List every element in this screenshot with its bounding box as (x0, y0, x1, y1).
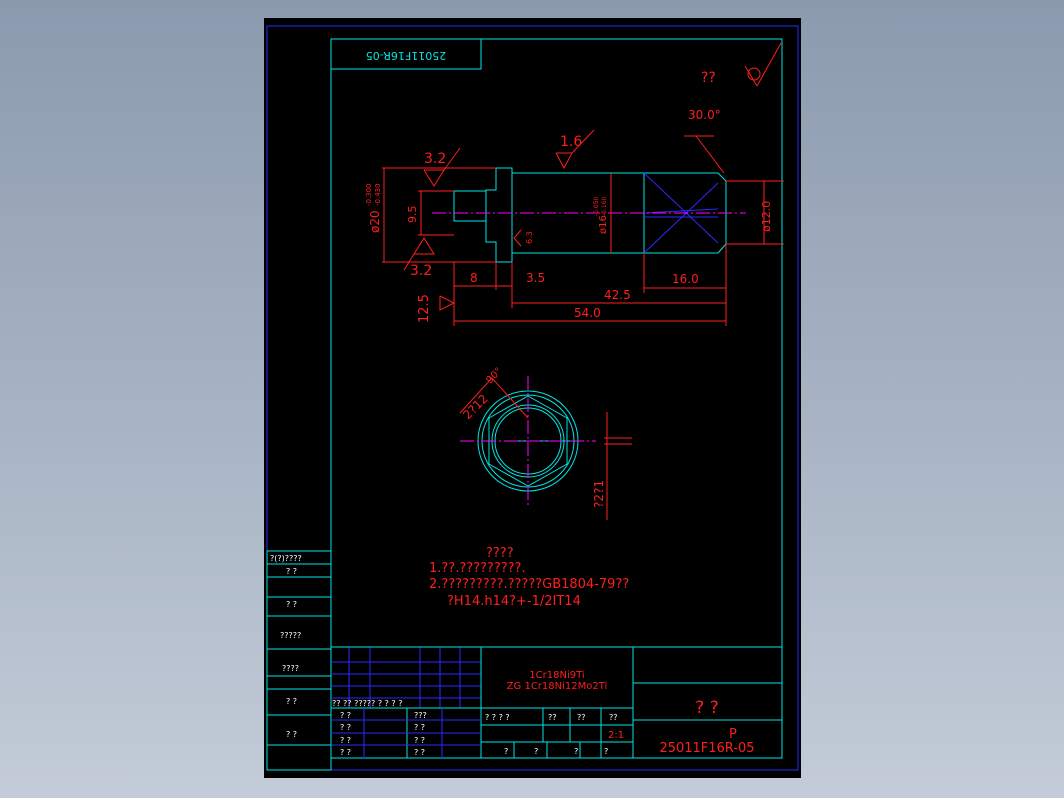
cad-drawing: 25011F16R-05 ?? 3.2 3.2 1.6 12.5 6.3 30.… (266, 25, 799, 771)
scale-value: 2:1 (608, 730, 624, 741)
dim-inner-height: 9.5 (406, 206, 419, 224)
notes-heading: ???? (486, 546, 514, 561)
dim-end-hex: 2?12 (460, 392, 491, 423)
bottom-cell-2: ? (534, 747, 538, 756)
dim-outer-dia: ø20 (368, 210, 382, 233)
left-strip-header: ?(?)???? (270, 554, 302, 563)
part-side-view (453, 167, 727, 263)
dim-shaft-len: 42.5 (604, 288, 631, 302)
left-strip-r1: ? ? (286, 567, 297, 576)
left-strip-r2: ? ? (286, 600, 297, 609)
notes-line-2: 2.?????????.?????GB1804-79?? (429, 577, 629, 592)
dim-head-len: 8 (470, 271, 478, 285)
dim-end-slot: ?2?1 (592, 480, 606, 508)
weight-label: ?? (548, 713, 557, 722)
left-strip-r6: ? ? (286, 730, 297, 739)
roughness-shaft: 1.6 (560, 134, 582, 150)
top-drawing-code: 25011F16R-05 (366, 49, 446, 62)
sign-4: ? ? (340, 748, 351, 757)
left-strip-r5: ? ? (286, 697, 297, 706)
inner-frame (330, 38, 783, 759)
notes-line-1: 1.??.?????????. (429, 561, 526, 576)
drawing-sheet: 25011F16R-05 ?? 3.2 3.2 1.6 12.5 6.3 30.… (264, 18, 801, 778)
drawing-code: 25011F16R-05 (659, 741, 754, 756)
roughness-groove: 6.3 (525, 231, 534, 244)
bottom-cell-1: ? (504, 747, 508, 756)
bottom-cell-3: ? (574, 747, 578, 756)
part-name: ? ? (695, 698, 718, 718)
mid-1: ??? (414, 711, 427, 720)
dim-tip-dia: ø12.0 (760, 201, 773, 232)
material-1: 1Cr18Ni9Ti (529, 670, 584, 681)
sign-3: ? ? (340, 736, 351, 745)
title-block-sign-grid (331, 708, 481, 758)
dim-shaft-dia: ø16 (598, 215, 609, 234)
sign-1: ? ? (340, 711, 351, 720)
roughness-left: 12.5 (417, 294, 432, 323)
mid-2: ? ? (414, 723, 425, 732)
stage-labels: ? ? ? ? (485, 713, 510, 722)
dim-chamfer-angle: 30.0° (688, 108, 721, 122)
dim-tip-len: 16.0 (672, 272, 699, 286)
left-strip-r4: ???? (282, 664, 299, 673)
dim-outer-dia-lower: -0.430 (374, 183, 382, 206)
code-label: P (729, 727, 737, 742)
roughness-bottom: 3.2 (410, 263, 432, 279)
bottom-cell-4: ? (604, 747, 608, 756)
dim-groove-len: 3.5 (526, 271, 545, 285)
dim-shaft-dia-upper: -0.050 (593, 196, 600, 216)
dim-shaft-dia-lower: -0.160 (601, 196, 608, 216)
material-2: ZG 1Cr18Ni12Mo2Ti (507, 681, 608, 692)
revision-row-labels: ?? ?? ????? ? ? ? ? (332, 699, 402, 708)
notes-line-3: ?H14.h14?+-1/2IT14 (447, 594, 581, 609)
dim-outer-dia-upper: -0.300 (365, 183, 373, 206)
sign-2: ? ? (340, 723, 351, 732)
general-roughness-icon (744, 42, 782, 87)
scale-label: ?? (577, 713, 586, 722)
general-roughness-text: ?? (701, 70, 716, 86)
left-strip-grid (266, 550, 332, 771)
mid-3: ? ? (414, 736, 425, 745)
sheet-label: ?? (609, 713, 618, 722)
dim-total-len: 54.0 (574, 306, 601, 320)
roughness-top: 3.2 (424, 151, 446, 167)
mid-4: ? ? (414, 748, 425, 757)
left-strip-r3: ????? (280, 631, 301, 640)
